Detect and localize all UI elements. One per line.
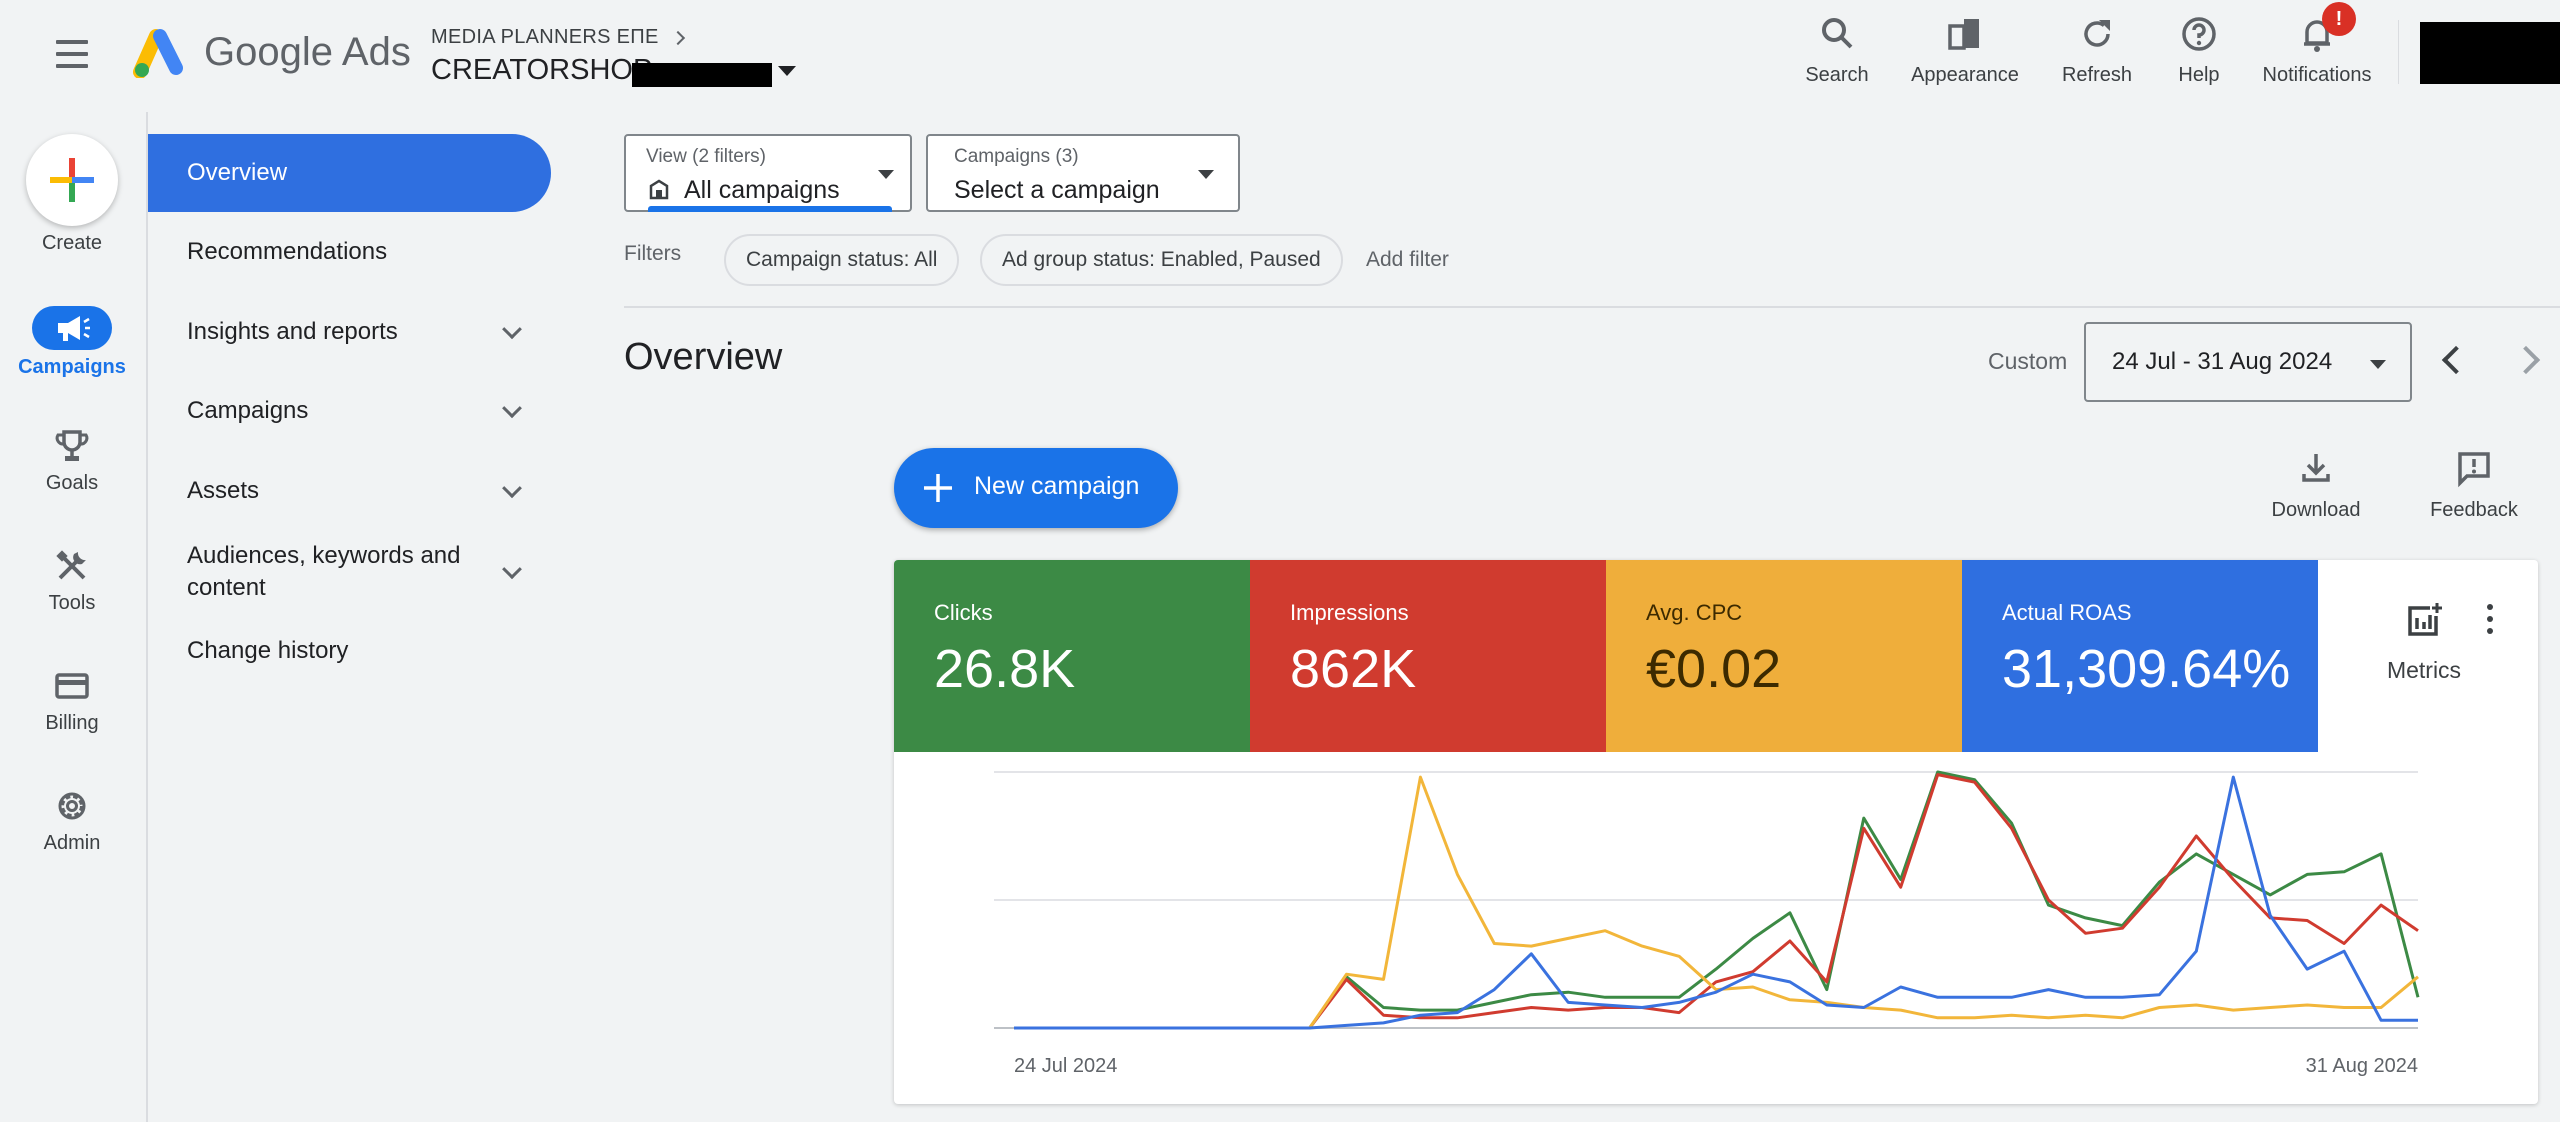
google-ads-wordmark: Google Ads	[204, 30, 411, 74]
chevron-down-icon	[502, 319, 522, 340]
view-filter-underline	[648, 206, 892, 212]
account-name[interactable]: CREATORSHOP	[431, 54, 652, 87]
gear-icon	[58, 792, 86, 820]
download-icon	[2302, 454, 2330, 482]
caret-down-icon	[2370, 360, 2386, 369]
rail-item-admin[interactable]: Admin	[0, 786, 144, 855]
help-tool-button[interactable]: Help	[2144, 14, 2254, 87]
credit-card-icon	[55, 673, 89, 699]
page-title: Overview	[624, 336, 783, 378]
plus-multicolor-icon	[50, 158, 94, 202]
chevron-down-icon	[502, 478, 522, 499]
help-icon	[2182, 17, 2216, 51]
notification-badge: !	[2322, 2, 2356, 36]
rail-active-pill	[32, 306, 112, 350]
tools-icon	[56, 550, 86, 580]
feedback-button[interactable]: Feedback	[2414, 448, 2534, 522]
nav-recommendations[interactable]: Recommendations	[148, 213, 551, 291]
feedback-icon	[2458, 452, 2490, 488]
create-button[interactable]	[26, 134, 118, 226]
ad-group-status-chip[interactable]: Ad group status: Enabled, Paused	[980, 234, 1343, 286]
nav-campaigns[interactable]: Campaigns	[148, 372, 551, 450]
previous-period-icon[interactable]	[2441, 345, 2471, 375]
appearance-tool-button[interactable]: Appearance	[1910, 14, 2020, 87]
metric-tile-actual-roas[interactable]: Actual ROAS 31,309.64%	[1962, 560, 2318, 752]
main-menu-icon[interactable]	[56, 40, 88, 68]
filters-label: Filters	[624, 242, 682, 265]
nav-change-history[interactable]: Change history	[148, 612, 551, 690]
rail-item-billing[interactable]: Billing	[0, 666, 144, 735]
megaphone-icon	[58, 316, 90, 341]
metric-tile-avg-cpc[interactable]: Avg. CPC €0.02	[1606, 560, 1962, 752]
building-icon	[649, 179, 669, 200]
campaign-status-chip[interactable]: Campaign status: All	[724, 234, 960, 286]
performance-card: Clicks 26.8K Impressions 862K Avg. CPC €…	[894, 560, 2538, 1104]
add-filter-link[interactable]: Add filter	[1366, 248, 1449, 272]
metric-tile-clicks[interactable]: Clicks 26.8K	[894, 560, 1250, 752]
rail-item-goals[interactable]: Goals	[0, 426, 144, 495]
chevron-right-icon	[670, 30, 685, 46]
campaigns-select[interactable]: Campaigns (3) Select a campaign	[926, 134, 1240, 212]
new-campaign-button[interactable]: New campaign	[894, 448, 1178, 528]
google-ads-logo-icon	[133, 29, 183, 78]
date-range-select[interactable]: 24 Jul - 31 Aug 2024	[2084, 322, 2412, 402]
account-dropdown-caret-icon[interactable]	[778, 66, 796, 76]
date-mode-label: Custom	[1988, 348, 2068, 374]
metric-tile-impressions[interactable]: Impressions 862K	[1250, 560, 1606, 752]
plus-icon	[924, 474, 952, 502]
add-chart-icon	[2408, 603, 2442, 636]
chevron-down-icon	[502, 398, 522, 419]
redacted-account-id	[632, 63, 772, 87]
nav-assets[interactable]: Assets	[148, 452, 551, 530]
notifications-tool-button[interactable]: Notifications	[2262, 14, 2372, 87]
create-label: Create	[41, 232, 103, 254]
header-divider	[2398, 20, 2399, 84]
more-options-icon[interactable]	[2478, 604, 2502, 640]
next-period-icon[interactable]	[2511, 345, 2541, 375]
trophy-icon	[55, 430, 89, 461]
caret-down-icon	[878, 170, 894, 179]
appearance-icon	[1948, 19, 1979, 50]
metrics-button[interactable]: Metrics	[2364, 600, 2484, 684]
refresh-icon	[2084, 20, 2110, 47]
rail-item-campaigns[interactable]: Campaigns	[0, 306, 144, 379]
refresh-tool-button[interactable]: Refresh	[2042, 14, 2152, 87]
account-path[interactable]: MEDIA PLANNERS ΕΠΕ	[431, 26, 685, 49]
redacted-profile[interactable]	[2420, 22, 2560, 84]
x-tick-start: 24 Jul 2024	[1014, 1055, 1117, 1077]
download-button[interactable]: Download	[2256, 448, 2376, 522]
view-filter-select[interactable]: View (2 filters) All campaigns	[624, 134, 912, 212]
nav-insights-and-reports[interactable]: Insights and reports	[148, 293, 551, 371]
performance-chart: 24 Jul 2024 31 Aug 2024	[994, 770, 2420, 1077]
nav-audiences-keywords-content[interactable]: Audiences, keywords and content	[148, 530, 551, 614]
search-tool-button[interactable]: Search	[1782, 14, 1892, 87]
caret-down-icon	[1198, 170, 1214, 179]
search-icon	[1822, 18, 1853, 49]
rail-item-tools[interactable]: Tools	[0, 546, 144, 615]
x-tick-end: 31 Aug 2024	[2306, 1055, 2418, 1077]
filter-divider	[624, 306, 2560, 308]
nav-overview[interactable]: Overview	[148, 134, 551, 212]
